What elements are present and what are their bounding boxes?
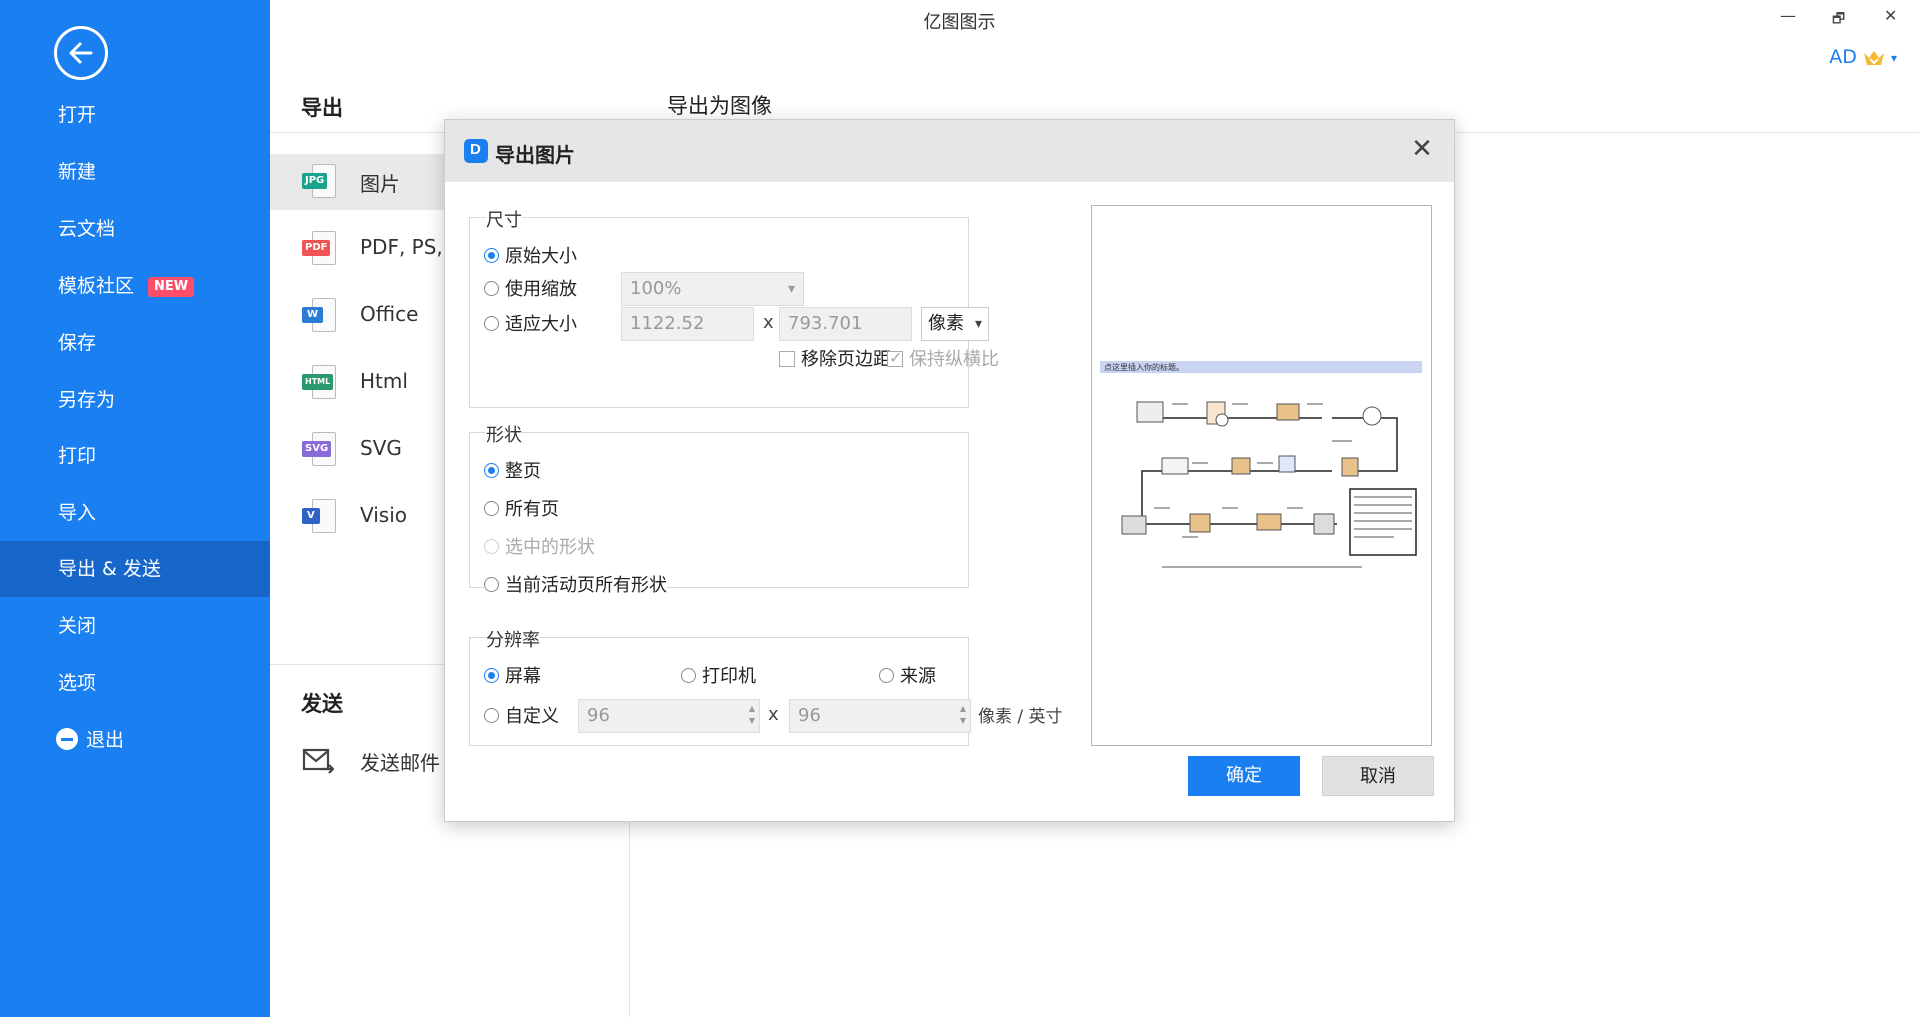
- backstage-sidebar: 打开 新建 云文档 模板社区 NEW 保存 另存为 打印 导入 导出 & 发送 关…: [0, 0, 270, 1017]
- shape-group-title: 形状: [486, 421, 522, 447]
- radio-checked-icon: [484, 668, 499, 683]
- back-button[interactable]: [54, 26, 108, 80]
- spinner-arrows-icon: ▲ ▼: [748, 704, 755, 725]
- radio-icon: [484, 501, 499, 516]
- export-preview: 点这里插入你的标题。: [1091, 205, 1432, 746]
- vip-crown-icon: [1863, 50, 1884, 65]
- new-badge: NEW: [148, 276, 195, 297]
- radio-icon: [484, 539, 499, 554]
- shape-group: 形状 整页 所有页 选中的形状 当前活动页所有形状: [469, 421, 969, 597]
- page-heading: 导出为图像: [667, 94, 772, 118]
- pdf-file-icon: PDF: [302, 231, 336, 267]
- sidebar-item-exit[interactable]: 退出: [0, 712, 270, 768]
- radio-fit-size[interactable]: 适应大小: [484, 310, 577, 336]
- word-file-icon: W: [302, 298, 336, 334]
- visio-file-icon: V: [302, 499, 336, 535]
- sidebar-item-template-community[interactable]: 模板社区 NEW: [0, 258, 270, 314]
- jpg-file-icon: JPG: [302, 164, 336, 200]
- send-section-title: 发送: [301, 692, 343, 716]
- sidebar-item-save-as[interactable]: 另存为: [0, 372, 270, 428]
- spinner-arrows-icon: ▲ ▼: [959, 704, 966, 725]
- radio-icon: [681, 668, 696, 683]
- radio-printer[interactable]: 打印机: [681, 662, 756, 688]
- dialog-title: 导出图片: [495, 143, 575, 167]
- size-group-title: 尺寸: [486, 206, 522, 232]
- scale-dropdown[interactable]: 100%: [621, 272, 804, 306]
- checkmark-icon: [887, 348, 903, 367]
- sidebar-item-open[interactable]: 打开: [0, 87, 270, 143]
- radio-icon: [484, 281, 499, 296]
- preview-banner-text: 点这里插入你的标题。: [1104, 362, 1184, 372]
- export-image-dialog: 导出图片 ✕ 尺寸 原始大小 使用缩放 100% 适应大小 1122.52 x …: [444, 119, 1455, 822]
- diagram-preview-thumbnail: 点这里插入你的标题。: [1100, 361, 1422, 568]
- ok-button[interactable]: 确定: [1188, 756, 1300, 796]
- radio-active-page-shapes[interactable]: 当前活动页所有形状: [484, 571, 667, 597]
- dialog-close-icon[interactable]: ✕: [1407, 134, 1437, 164]
- size-x-separator: x: [763, 312, 774, 333]
- dialog-header: 导出图片 ✕: [445, 120, 1454, 182]
- radio-checked-icon: [484, 248, 499, 263]
- radio-whole-page[interactable]: 整页: [484, 457, 541, 483]
- checkbox-icon: [779, 350, 795, 367]
- dpi-y-spinner[interactable]: 96 ▲ ▼: [789, 699, 971, 733]
- unit-dropdown[interactable]: 像素: [921, 307, 989, 341]
- radio-icon: [484, 577, 499, 592]
- height-input[interactable]: 793.701: [779, 307, 912, 341]
- export-section-title: 导出: [301, 96, 343, 120]
- arrow-left-icon: [69, 42, 93, 64]
- user-account[interactable]: AD ▾: [1829, 46, 1897, 68]
- cancel-button[interactable]: 取消: [1322, 756, 1434, 796]
- sidebar-item-print[interactable]: 打印: [0, 428, 270, 484]
- dpi-x-separator: x: [768, 704, 779, 725]
- sidebar-item-cloud-docs[interactable]: 云文档: [0, 201, 270, 257]
- close-window-button[interactable]: ✕: [1884, 6, 1897, 25]
- sidebar-item-options[interactable]: 选项: [0, 655, 270, 711]
- chevron-down-icon: ▾: [1890, 50, 1897, 65]
- dpi-x-spinner[interactable]: 96 ▲ ▼: [578, 699, 760, 733]
- radio-selected-shapes: 选中的形状: [484, 533, 595, 559]
- sidebar-item-new[interactable]: 新建: [0, 144, 270, 200]
- sidebar-item-close[interactable]: 关闭: [0, 598, 270, 654]
- app-title: 亿图图示: [923, 12, 996, 33]
- resolution-group-title: 分辨率: [486, 626, 540, 652]
- html-file-icon: HTML: [302, 365, 336, 401]
- sidebar-item-export-send[interactable]: 导出 & 发送: [0, 541, 270, 597]
- sidebar-item-save[interactable]: 保存: [0, 315, 270, 371]
- radio-screen[interactable]: 屏幕: [484, 662, 541, 688]
- radio-custom[interactable]: 自定义: [484, 702, 559, 728]
- radio-use-scale[interactable]: 使用缩放: [484, 275, 577, 301]
- checkbox-keep-ratio[interactable]: 保持纵横比: [887, 345, 999, 371]
- radio-icon: [484, 708, 499, 723]
- radio-icon: [484, 316, 499, 331]
- restore-button[interactable]: 🗗: [1832, 8, 1845, 32]
- width-input[interactable]: 1122.52: [621, 307, 754, 341]
- svg-file-icon: SVG: [302, 432, 336, 468]
- sidebar-item-import[interactable]: 导入: [0, 485, 270, 541]
- radio-icon: [879, 668, 894, 683]
- checkbox-remove-margin[interactable]: 移除页边距: [779, 345, 891, 371]
- minimize-button[interactable]: —: [1780, 6, 1796, 25]
- resolution-group: 分辨率 屏幕 打印机 来源 自定义 96 ▲ ▼ x 96 ▲ ▼: [469, 626, 971, 746]
- radio-all-pages[interactable]: 所有页: [484, 495, 559, 521]
- radio-source[interactable]: 来源: [879, 662, 936, 688]
- app-logo-icon: [464, 139, 488, 163]
- radio-original-size[interactable]: 原始大小: [484, 242, 577, 268]
- radio-checked-icon: [484, 463, 499, 478]
- dpi-unit-label: 像素 / 英寸: [978, 707, 1063, 727]
- user-initials: AD: [1829, 46, 1857, 68]
- mail-send-icon: [302, 748, 334, 774]
- minus-circle-icon: [56, 727, 78, 750]
- size-group: 尺寸 原始大小 使用缩放 100% 适应大小 1122.52 x 793.701…: [469, 206, 999, 408]
